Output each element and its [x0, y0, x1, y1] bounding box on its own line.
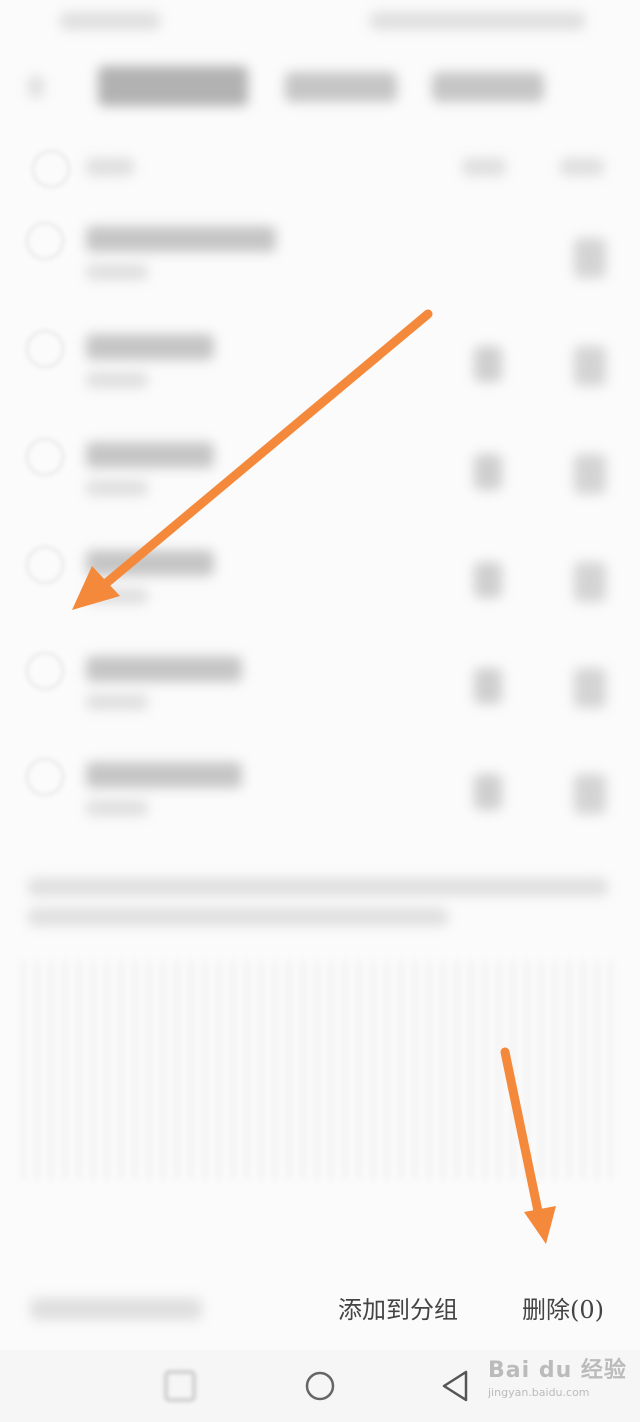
- row-title-blurred: [86, 226, 276, 252]
- status-time-blurred: [60, 12, 160, 30]
- drag-handle-icon[interactable]: [574, 562, 606, 602]
- status-bar: [0, 0, 640, 44]
- tab-3-blurred[interactable]: [432, 72, 544, 102]
- back-icon[interactable]: [442, 1370, 468, 1402]
- delete-button[interactable]: 删除(0): [522, 1290, 604, 1325]
- row-subtitle-blurred: [86, 480, 148, 496]
- baidu-jingyan-watermark: Bai du 经验 jingyan.baidu.com: [488, 1352, 627, 1399]
- drag-handle-icon[interactable]: [574, 346, 606, 386]
- note-line-1-blurred: [28, 878, 608, 896]
- row-checkbox[interactable]: [26, 330, 64, 368]
- recent-apps-icon[interactable]: [164, 1370, 196, 1402]
- faint-stripes: [20, 960, 620, 1180]
- list-item[interactable]: [0, 534, 640, 634]
- row-subtitle-blurred: [86, 264, 148, 280]
- pin-top-icon[interactable]: [474, 668, 502, 704]
- row-checkbox[interactable]: [26, 438, 64, 476]
- watermark-url: jingyan.baidu.com: [488, 1386, 590, 1399]
- row-checkbox[interactable]: [26, 652, 64, 690]
- pin-top-icon[interactable]: [474, 454, 502, 490]
- select-all-checkbox[interactable]: [32, 150, 70, 188]
- selection-info-blurred: [30, 1298, 202, 1320]
- drag-handle-icon[interactable]: [574, 454, 606, 494]
- row-title-blurred: [86, 762, 242, 788]
- row-title-blurred: [86, 334, 214, 360]
- row-subtitle-blurred: [86, 372, 148, 388]
- home-icon[interactable]: [305, 1371, 335, 1401]
- tab-active-blurred[interactable]: [98, 66, 248, 106]
- back-arrow-icon[interactable]: [28, 76, 44, 98]
- row-subtitle-blurred: [86, 800, 148, 816]
- pin-top-icon[interactable]: [474, 562, 502, 598]
- row-subtitle-blurred: [86, 694, 148, 710]
- column-header-1-blurred: [462, 158, 506, 176]
- watermark-logo: Bai du 经验: [488, 1358, 627, 1383]
- pin-top-icon[interactable]: [474, 346, 502, 382]
- list-item[interactable]: [0, 746, 640, 846]
- row-title-blurred: [86, 550, 214, 576]
- row-title-blurred: [86, 442, 214, 468]
- header: [0, 44, 640, 134]
- row-title-blurred: [86, 656, 242, 682]
- add-to-group-button[interactable]: 添加到分组: [338, 1290, 458, 1325]
- drag-handle-icon[interactable]: [574, 668, 606, 708]
- row-subtitle-blurred: [86, 588, 148, 604]
- tab-2-blurred[interactable]: [285, 72, 397, 102]
- list-item[interactable]: [0, 210, 640, 310]
- drag-handle-icon[interactable]: [574, 774, 606, 814]
- row-checkbox[interactable]: [26, 758, 64, 796]
- status-icons-blurred: [370, 12, 585, 30]
- pin-top-icon[interactable]: [474, 774, 502, 810]
- column-header-2-blurred: [560, 158, 604, 176]
- list-item[interactable]: [0, 318, 640, 418]
- select-all-row: [0, 140, 640, 200]
- list-item[interactable]: [0, 640, 640, 740]
- drag-handle-icon[interactable]: [574, 238, 606, 278]
- select-all-label-blurred: [86, 158, 134, 176]
- row-checkbox[interactable]: [26, 222, 64, 260]
- list-item[interactable]: [0, 426, 640, 526]
- row-checkbox[interactable]: [26, 546, 64, 584]
- note-line-2-blurred: [28, 908, 448, 926]
